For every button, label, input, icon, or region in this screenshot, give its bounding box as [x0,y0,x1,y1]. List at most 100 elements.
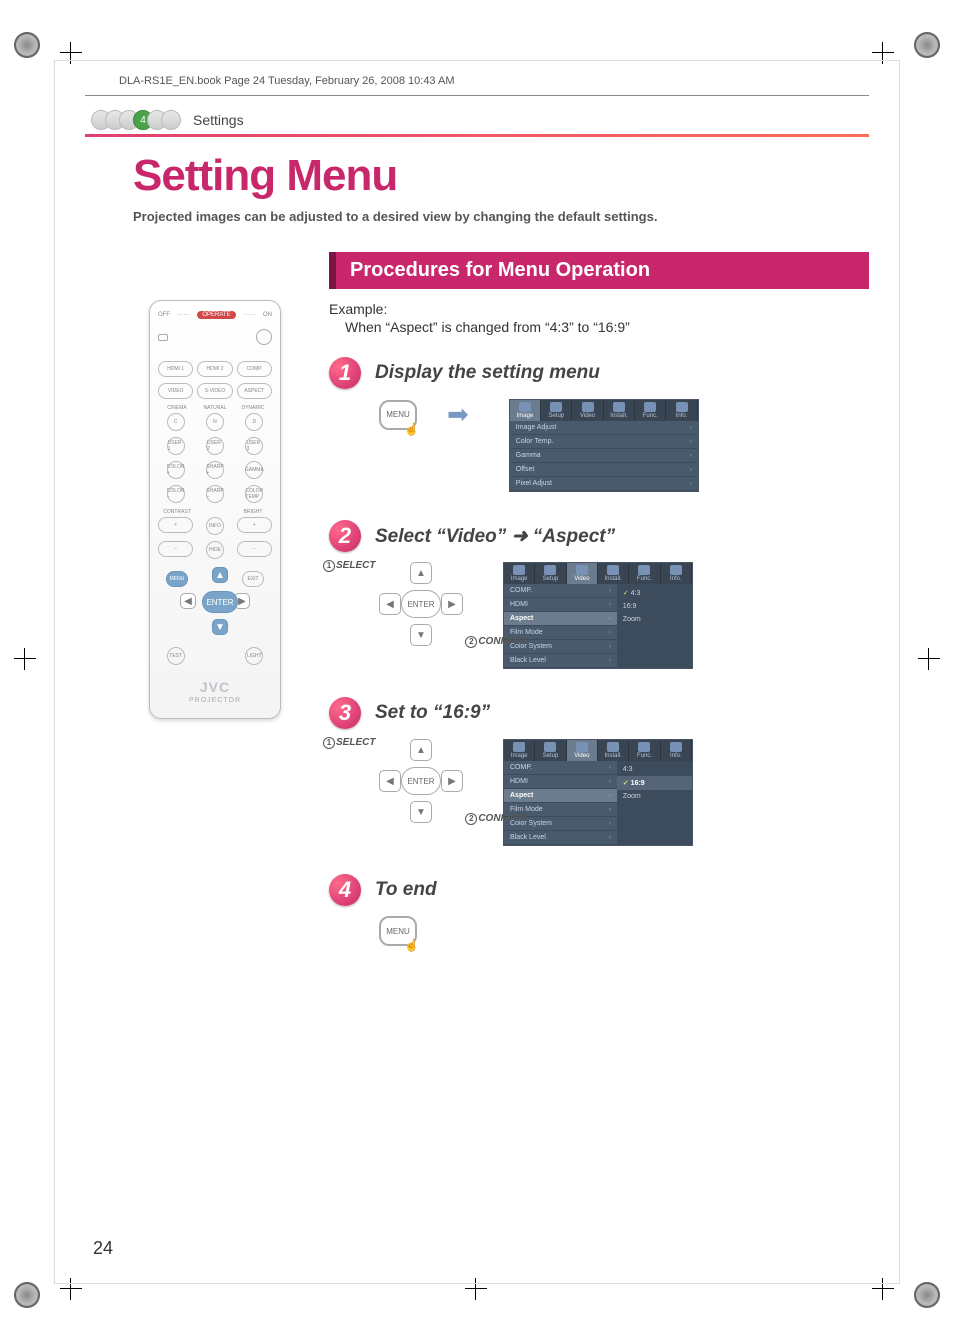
arrow-left-icon: ◀ [379,593,401,615]
crop-mark-icon [14,32,40,58]
remote-label: BRIGHT [234,509,272,515]
book-metadata: DLA-RS1E_EN.book Page 24 Tuesday, Februa… [119,75,869,87]
dpad-figure: 1SELECT ▲ ◀ ENTER ▶ ▼ 2CONFIRM [379,562,463,646]
page-title: Setting Menu [133,151,869,201]
enter-btn: ENTER [401,767,441,795]
osd-tab: Video [572,400,603,421]
step-number-badge: 1 [329,357,361,389]
remote-btn: + [237,517,272,533]
osd-row: COMP.› [504,584,617,598]
arrow-right-icon: ▶ [441,770,463,792]
remote-btn: USER 2 [206,437,224,455]
osd-row: HDMI› [504,598,617,612]
osd-tab: Setup [541,400,572,421]
select-annotation: 1SELECT [323,737,375,749]
osd-tab: Video [567,563,598,584]
remote-btn: + [158,517,193,533]
step-1: 1 Display the setting menu MENU☝ ➡ Image… [329,357,869,492]
remote-btn: COLOR TEMP [245,485,263,503]
osd-tab: Setup [535,740,566,761]
remote-btn: S-VIDEO [197,383,232,399]
arrow-down-icon: ▼ [212,619,228,635]
osd-row: Pixel Adjust› [510,477,698,491]
step-number-badge: 2 [329,520,361,552]
remote-btn: INFO [206,517,224,535]
registration-mark-icon [14,648,36,670]
power-button-icon [256,329,272,345]
osd-tab: Install. [598,563,629,584]
osd-tab: Image [504,740,535,761]
projector-label: PROJECTOR [158,697,272,704]
remote-enter-btn: ENTER [202,591,238,613]
arrow-down-icon: ▼ [410,801,432,823]
osd-screenshot-2: Image Setup Video Install. Func. Info. C… [503,562,693,669]
remote-operate-badge: OPERATE [197,311,235,319]
remote-btn: USER 1 [167,437,185,455]
osd-tab: Image [504,563,535,584]
osd-sub-row: ✓16:9 [617,776,692,790]
select-annotation: 1SELECT [323,560,375,572]
remote-btn: COLOR − [167,485,185,503]
step-title: Select “Video” ➜ “Aspect” [375,525,615,548]
osd-row: Gamma› [510,449,698,463]
arrow-up-icon: ▲ [410,562,432,584]
remote-btn: SHARP + [206,461,224,479]
remote-control-figure: OFF ······ OPERATE ······ ON HDMI 1 HDMI… [149,300,281,719]
remote-label: CINEMA [158,405,196,411]
osd-tab: Info. [661,740,692,761]
remote-btn: N [206,413,224,431]
step-title: To end [375,879,437,901]
arrow-up-icon: ▲ [212,567,228,583]
crop-mark-icon [914,1282,940,1308]
remote-btn: HDMI 2 [197,361,232,377]
crop-mark-icon [914,32,940,58]
intro-text: Projected images can be adjusted to a de… [133,209,869,224]
remote-btn: HDMI 1 [158,361,193,377]
arrow-right-icon: ➡ [447,399,469,430]
osd-tab: Setup [535,563,566,584]
osd-tab: Func. [635,400,666,421]
remote-btn: C [167,413,185,431]
osd-sub-row: ✓4:3 [617,586,692,600]
arrow-right-icon: ▶ [441,593,463,615]
step-2: 2 Select “Video” ➜ “Aspect” 1SELECT ▲ ◀ … [329,520,869,669]
osd-tab: Install. [604,400,635,421]
remote-on-label: ON [263,312,272,318]
remote-label: NATURAL [196,405,234,411]
osd-tab: Info. [661,563,692,584]
arrow-left-icon: ◀ [180,593,196,609]
osd-row: Aspect› [504,789,617,803]
bubble-chain: 4 [91,110,175,130]
arrow-left-icon: ◀ [379,770,401,792]
remote-label: CONTRAST [158,509,196,515]
osd-sub-row: 4:3 [617,763,692,776]
remote-btn: LIGHT [245,647,263,665]
step-title: Display the setting menu [375,362,600,384]
remote-btn: D [245,413,263,431]
remote-btn: TEST [167,647,185,665]
nav-bubble-icon [161,110,181,130]
osd-sub-row: Zoom [617,790,692,803]
osd-row: Black Level› [504,831,617,845]
breadcrumb-label: Settings [193,112,244,128]
osd-tab: Video [567,740,598,761]
osd-row: Black Level› [504,654,617,668]
arrow-up-icon: ▲ [410,739,432,761]
dpad-figure: 1SELECT ▲ ◀ ENTER ▶ ▼ 2CONFIRM [379,739,463,823]
remote-btn: VIDEO [158,383,193,399]
osd-row: Color Temp.› [510,435,698,449]
osd-screenshot-1: Image Setup Video Install. Func. Info. I… [509,399,699,492]
remote-exit-btn: EXIT [242,571,264,587]
remote-menu-btn: MENU [166,571,188,587]
osd-row: COMP.› [504,761,617,775]
step-number-badge: 3 [329,697,361,729]
remote-label: DYNAMIC [234,405,272,411]
remote-btn: COMP. [237,361,272,377]
page-number: 24 [93,1238,113,1259]
jvc-logo: JVC [158,679,272,695]
step-title: Set to “16:9” [375,702,490,724]
osd-tab: Func. [629,740,660,761]
led-icon [158,334,168,341]
divider [85,95,869,96]
osd-tab: Func. [629,563,660,584]
